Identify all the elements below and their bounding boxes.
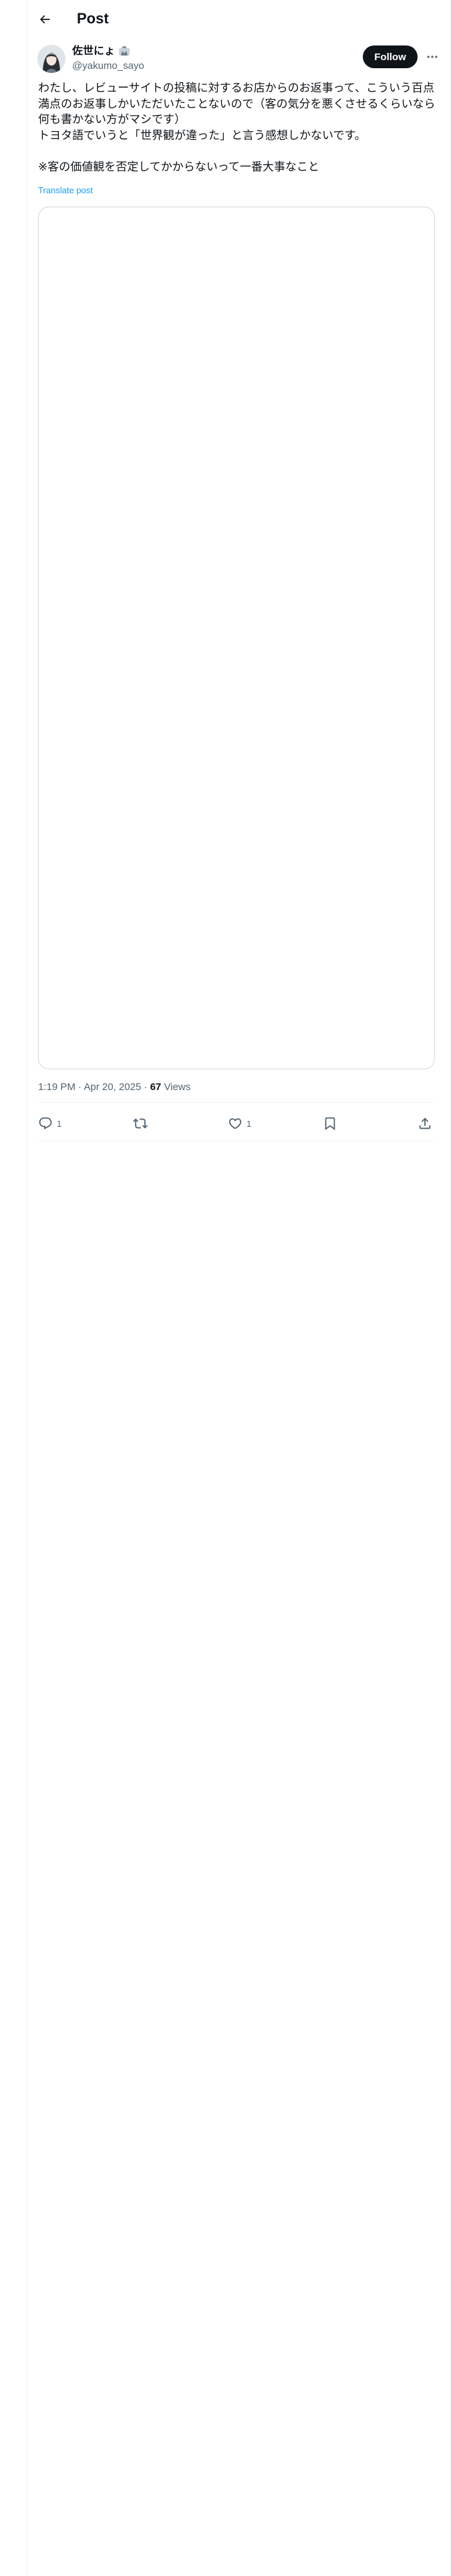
name-badge-icon <box>118 45 131 58</box>
post-line: ※客の価値観を否定してかからないって一番大事なこと <box>38 160 319 173</box>
follow-button[interactable]: Follow <box>363 45 418 68</box>
reply-count: 1 <box>57 1118 62 1129</box>
divider <box>38 1102 435 1103</box>
post-media[interactable] <box>38 207 435 1069</box>
author-name[interactable]: 佐世にょ <box>72 45 131 58</box>
repost-icon <box>133 1116 148 1131</box>
avatar[interactable] <box>37 45 65 73</box>
post-line: トヨタ語でいうと「世界観が違った」と言う感想しかないです。 <box>38 128 366 142</box>
post-line: わたし、レビューサイトの投稿に対するお店からのお返事って、こういう百点満点のお返… <box>38 82 436 126</box>
reply-icon <box>38 1116 53 1131</box>
bookmark-button[interactable] <box>323 1110 337 1137</box>
reply-button[interactable]: 1 <box>38 1110 61 1137</box>
post-meta: 1:19 PM · Apr 20, 2025 · 67 Views <box>38 1081 190 1094</box>
views-count: 67 <box>150 1081 162 1093</box>
share-button[interactable] <box>418 1110 432 1137</box>
action-bar: 1 1 <box>38 1110 439 1137</box>
author-handle[interactable]: @yakumo_sayo <box>72 60 144 73</box>
author-name-text: 佐世にょ <box>72 45 116 57</box>
back-button[interactable] <box>32 7 57 32</box>
post-text: わたし、レビューサイトの投稿に対するお店からのお返事って、こういう百点満点のお返… <box>38 80 439 175</box>
bookmark-icon <box>323 1116 337 1131</box>
more-icon <box>426 50 439 64</box>
back-arrow-icon <box>38 13 51 26</box>
like-icon <box>228 1116 243 1131</box>
page-header: Post <box>0 0 451 39</box>
more-button[interactable] <box>421 45 444 68</box>
like-count: 1 <box>247 1118 252 1129</box>
divider <box>38 1141 435 1142</box>
post-line-blank <box>38 143 439 159</box>
views-label: Views <box>161 1081 191 1093</box>
like-button[interactable]: 1 <box>228 1110 251 1137</box>
page-title: Post <box>77 10 109 27</box>
share-icon <box>418 1116 432 1131</box>
repost-button[interactable] <box>133 1110 148 1137</box>
post-timestamp[interactable]: 1:19 PM · Apr 20, 2025 · <box>38 1081 150 1093</box>
translate-post-link[interactable]: Translate post <box>38 185 93 197</box>
